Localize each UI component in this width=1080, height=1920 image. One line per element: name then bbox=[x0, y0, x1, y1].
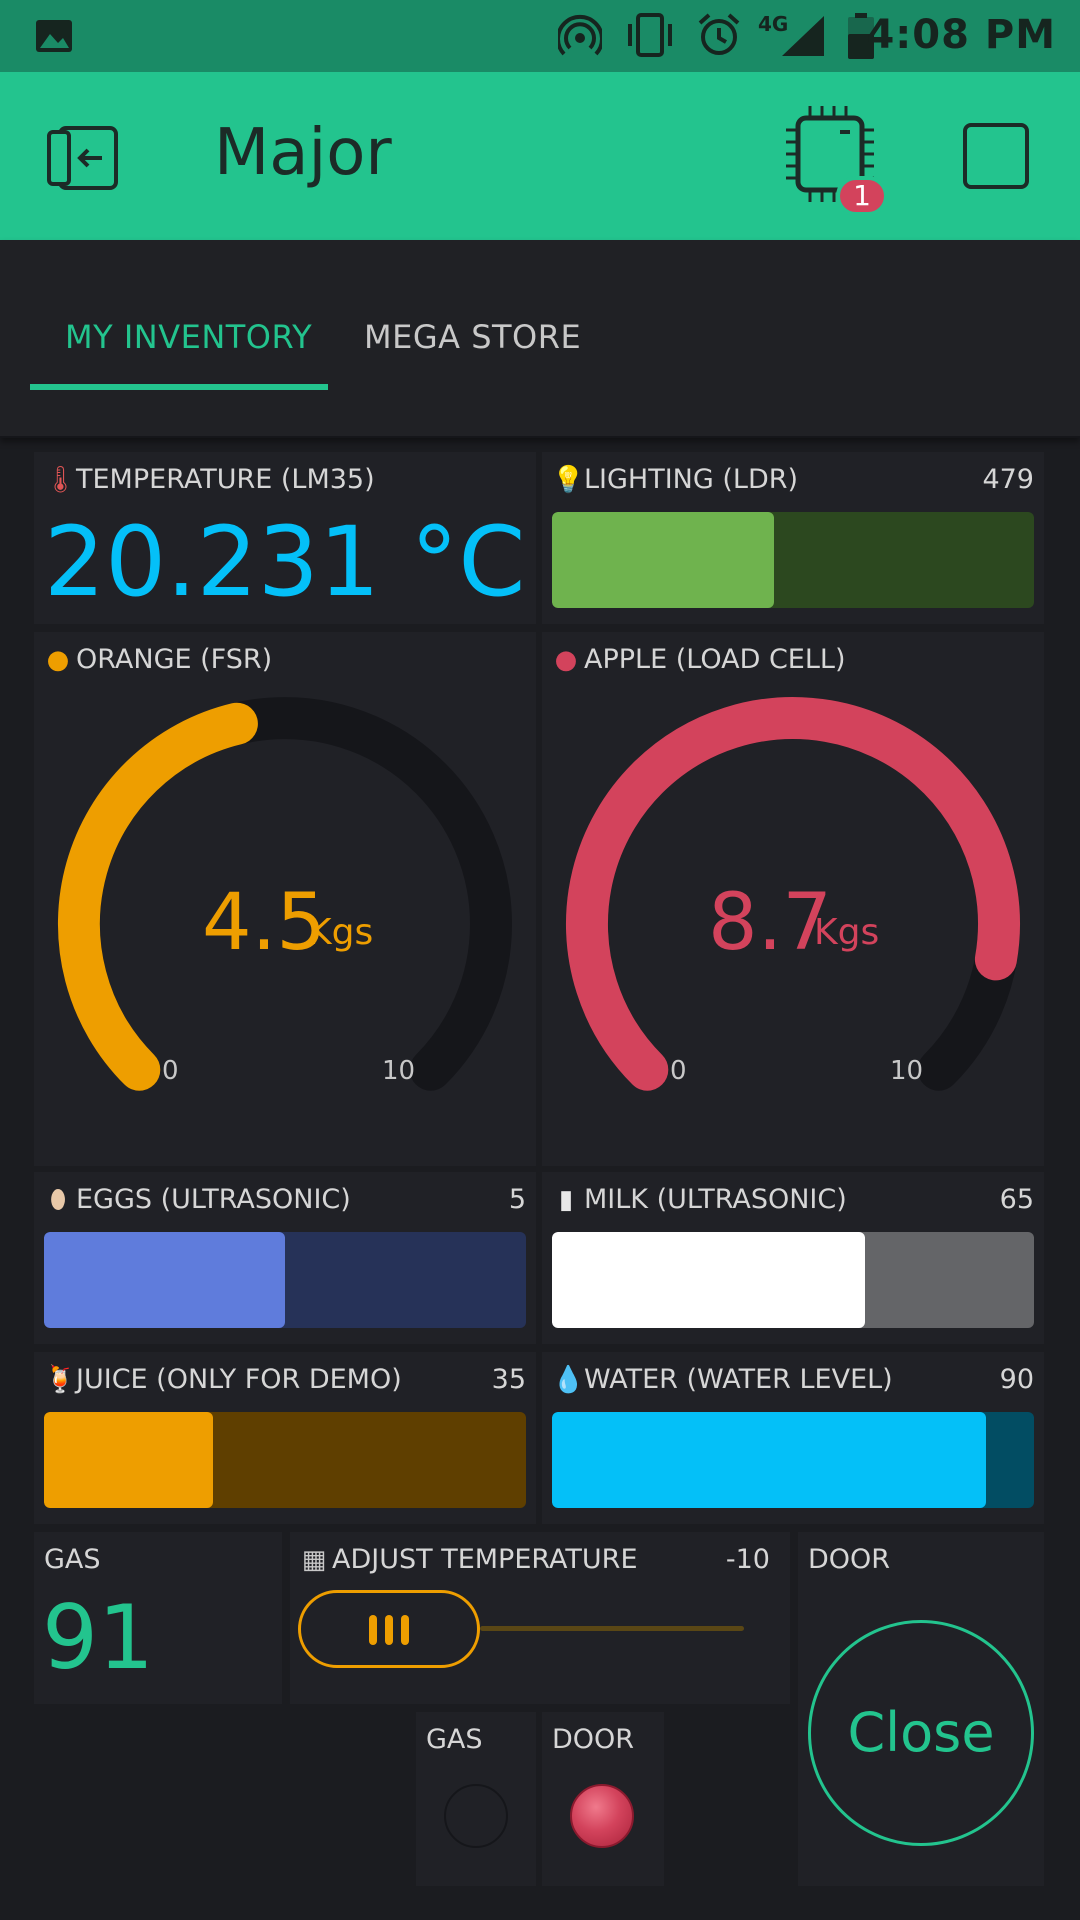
grip-icon bbox=[369, 1615, 409, 1645]
lighting-value: 479 bbox=[982, 464, 1034, 495]
juice-level-fill bbox=[44, 1412, 213, 1508]
juice-value: 35 bbox=[491, 1364, 526, 1395]
milk-widget: ▮ MILK (ULTRASONIC) 65 bbox=[542, 1172, 1044, 1344]
lighting-label: LIGHTING (LDR) bbox=[584, 464, 799, 495]
device-count-badge: 1 bbox=[836, 176, 888, 216]
lighting-widget: 💡LIGHTING (LDR) 479 bbox=[542, 452, 1044, 624]
gas-value: 91 bbox=[42, 1586, 154, 1689]
water-level-fill bbox=[552, 1412, 986, 1508]
milk-level-fill bbox=[552, 1232, 866, 1328]
gas-label: GAS bbox=[44, 1544, 101, 1575]
water-label: WATER (WATER LEVEL) bbox=[584, 1364, 893, 1395]
door-led-label: DOOR bbox=[552, 1724, 635, 1755]
water-widget: 💧WATER (WATER LEVEL) 90 bbox=[542, 1352, 1044, 1524]
image-notification-icon bbox=[36, 20, 72, 52]
milk-label: MILK (ULTRASONIC) bbox=[584, 1184, 847, 1215]
door-label: DOOR bbox=[808, 1544, 891, 1575]
adjust-temperature-value: -10 bbox=[725, 1544, 770, 1575]
thermometer-icon: 🌡 bbox=[44, 465, 78, 495]
juice-level-bar bbox=[44, 1412, 526, 1508]
temperature-label: TEMPERATURE (LM35) bbox=[76, 464, 375, 495]
status-time: 4:08 PM bbox=[866, 12, 1056, 58]
vibrate-icon bbox=[628, 13, 672, 57]
water-value: 90 bbox=[999, 1364, 1034, 1395]
temperature-widget: 🌡TEMPERATURE (LM35) 20.231 °C bbox=[34, 452, 536, 624]
lightbulb-icon: 💡 bbox=[552, 465, 585, 495]
door-close-button[interactable]: Close bbox=[808, 1620, 1034, 1846]
juice-icon: 🍹 bbox=[44, 1365, 77, 1395]
eggs-level-bar bbox=[44, 1232, 526, 1328]
orange-gauge-max: 10 bbox=[382, 1056, 416, 1086]
gas-led-indicator bbox=[444, 1784, 508, 1848]
hotspot-icon bbox=[558, 14, 602, 56]
app-header: Major bbox=[0, 72, 1080, 240]
apple-gauge-min: 0 bbox=[670, 1056, 687, 1086]
water-level-bar bbox=[552, 1412, 1034, 1508]
milk-glass-icon: ▮ bbox=[558, 1185, 574, 1215]
eggs-value: 5 bbox=[508, 1184, 526, 1215]
adjust-temperature-widget: ▦ ADJUST TEMPERATURE -10 bbox=[290, 1532, 790, 1704]
tab-mega-store[interactable]: MEGA STORE bbox=[364, 318, 581, 356]
door-led-indicator bbox=[570, 1784, 634, 1848]
temperature-value: 20.231 °C bbox=[44, 506, 526, 618]
lighting-level-fill bbox=[552, 512, 774, 608]
apple-gauge-unit: Kgs bbox=[814, 912, 880, 953]
gas-led-label: GAS bbox=[426, 1724, 483, 1755]
exit-project-icon[interactable] bbox=[46, 122, 122, 194]
eggs-widget: ⬮ EGGS (ULTRASONIC) 5 bbox=[34, 1172, 536, 1344]
cell-signal-icon bbox=[782, 16, 824, 56]
apple-gauge-widget: ● APPLE (LOAD CELL) 8.7 Kgs 0 10 bbox=[542, 632, 1044, 1166]
adjust-temperature-label: ADJUST TEMPERATURE bbox=[332, 1544, 638, 1575]
orange-gauge-min: 0 bbox=[162, 1056, 179, 1086]
slider-track[interactable] bbox=[480, 1626, 744, 1631]
slider-handle[interactable] bbox=[298, 1590, 480, 1668]
gas-value-widget: GAS 91 bbox=[34, 1532, 282, 1704]
eggs-level-fill bbox=[44, 1232, 285, 1328]
project-title: Major bbox=[214, 116, 392, 190]
tab-my-inventory[interactable]: MY INVENTORY bbox=[65, 318, 312, 356]
door-led-widget: DOOR bbox=[542, 1712, 664, 1886]
orange-gauge-widget: ● ORANGE (FSR) 4.5 Kgs 0 10 bbox=[34, 632, 536, 1166]
active-tab-indicator bbox=[30, 384, 328, 390]
lighting-level-bar bbox=[552, 512, 1034, 608]
milk-value: 65 bbox=[999, 1184, 1034, 1215]
juice-label: JUICE (ONLY FOR DEMO) bbox=[76, 1364, 402, 1395]
tab-bar: MY INVENTORY MEGA STORE bbox=[0, 240, 1080, 438]
egg-icon: ⬮ bbox=[49, 1185, 67, 1215]
eggs-label: EGGS (ULTRASONIC) bbox=[76, 1184, 351, 1215]
stove-icon: ▦ bbox=[301, 1545, 327, 1575]
gas-led-widget: GAS bbox=[416, 1712, 536, 1886]
alarm-icon bbox=[698, 13, 740, 55]
orange-gauge-unit: Kgs bbox=[308, 912, 374, 953]
juice-widget: 🍹JUICE (ONLY FOR DEMO) 35 bbox=[34, 1352, 536, 1524]
status-bar: 4G 4:08 PM bbox=[0, 0, 1080, 72]
play-mode-stop-icon[interactable] bbox=[962, 122, 1030, 190]
water-drop-icon: 💧 bbox=[552, 1365, 585, 1395]
apple-gauge-max: 10 bbox=[890, 1056, 924, 1086]
milk-level-bar bbox=[552, 1232, 1034, 1328]
